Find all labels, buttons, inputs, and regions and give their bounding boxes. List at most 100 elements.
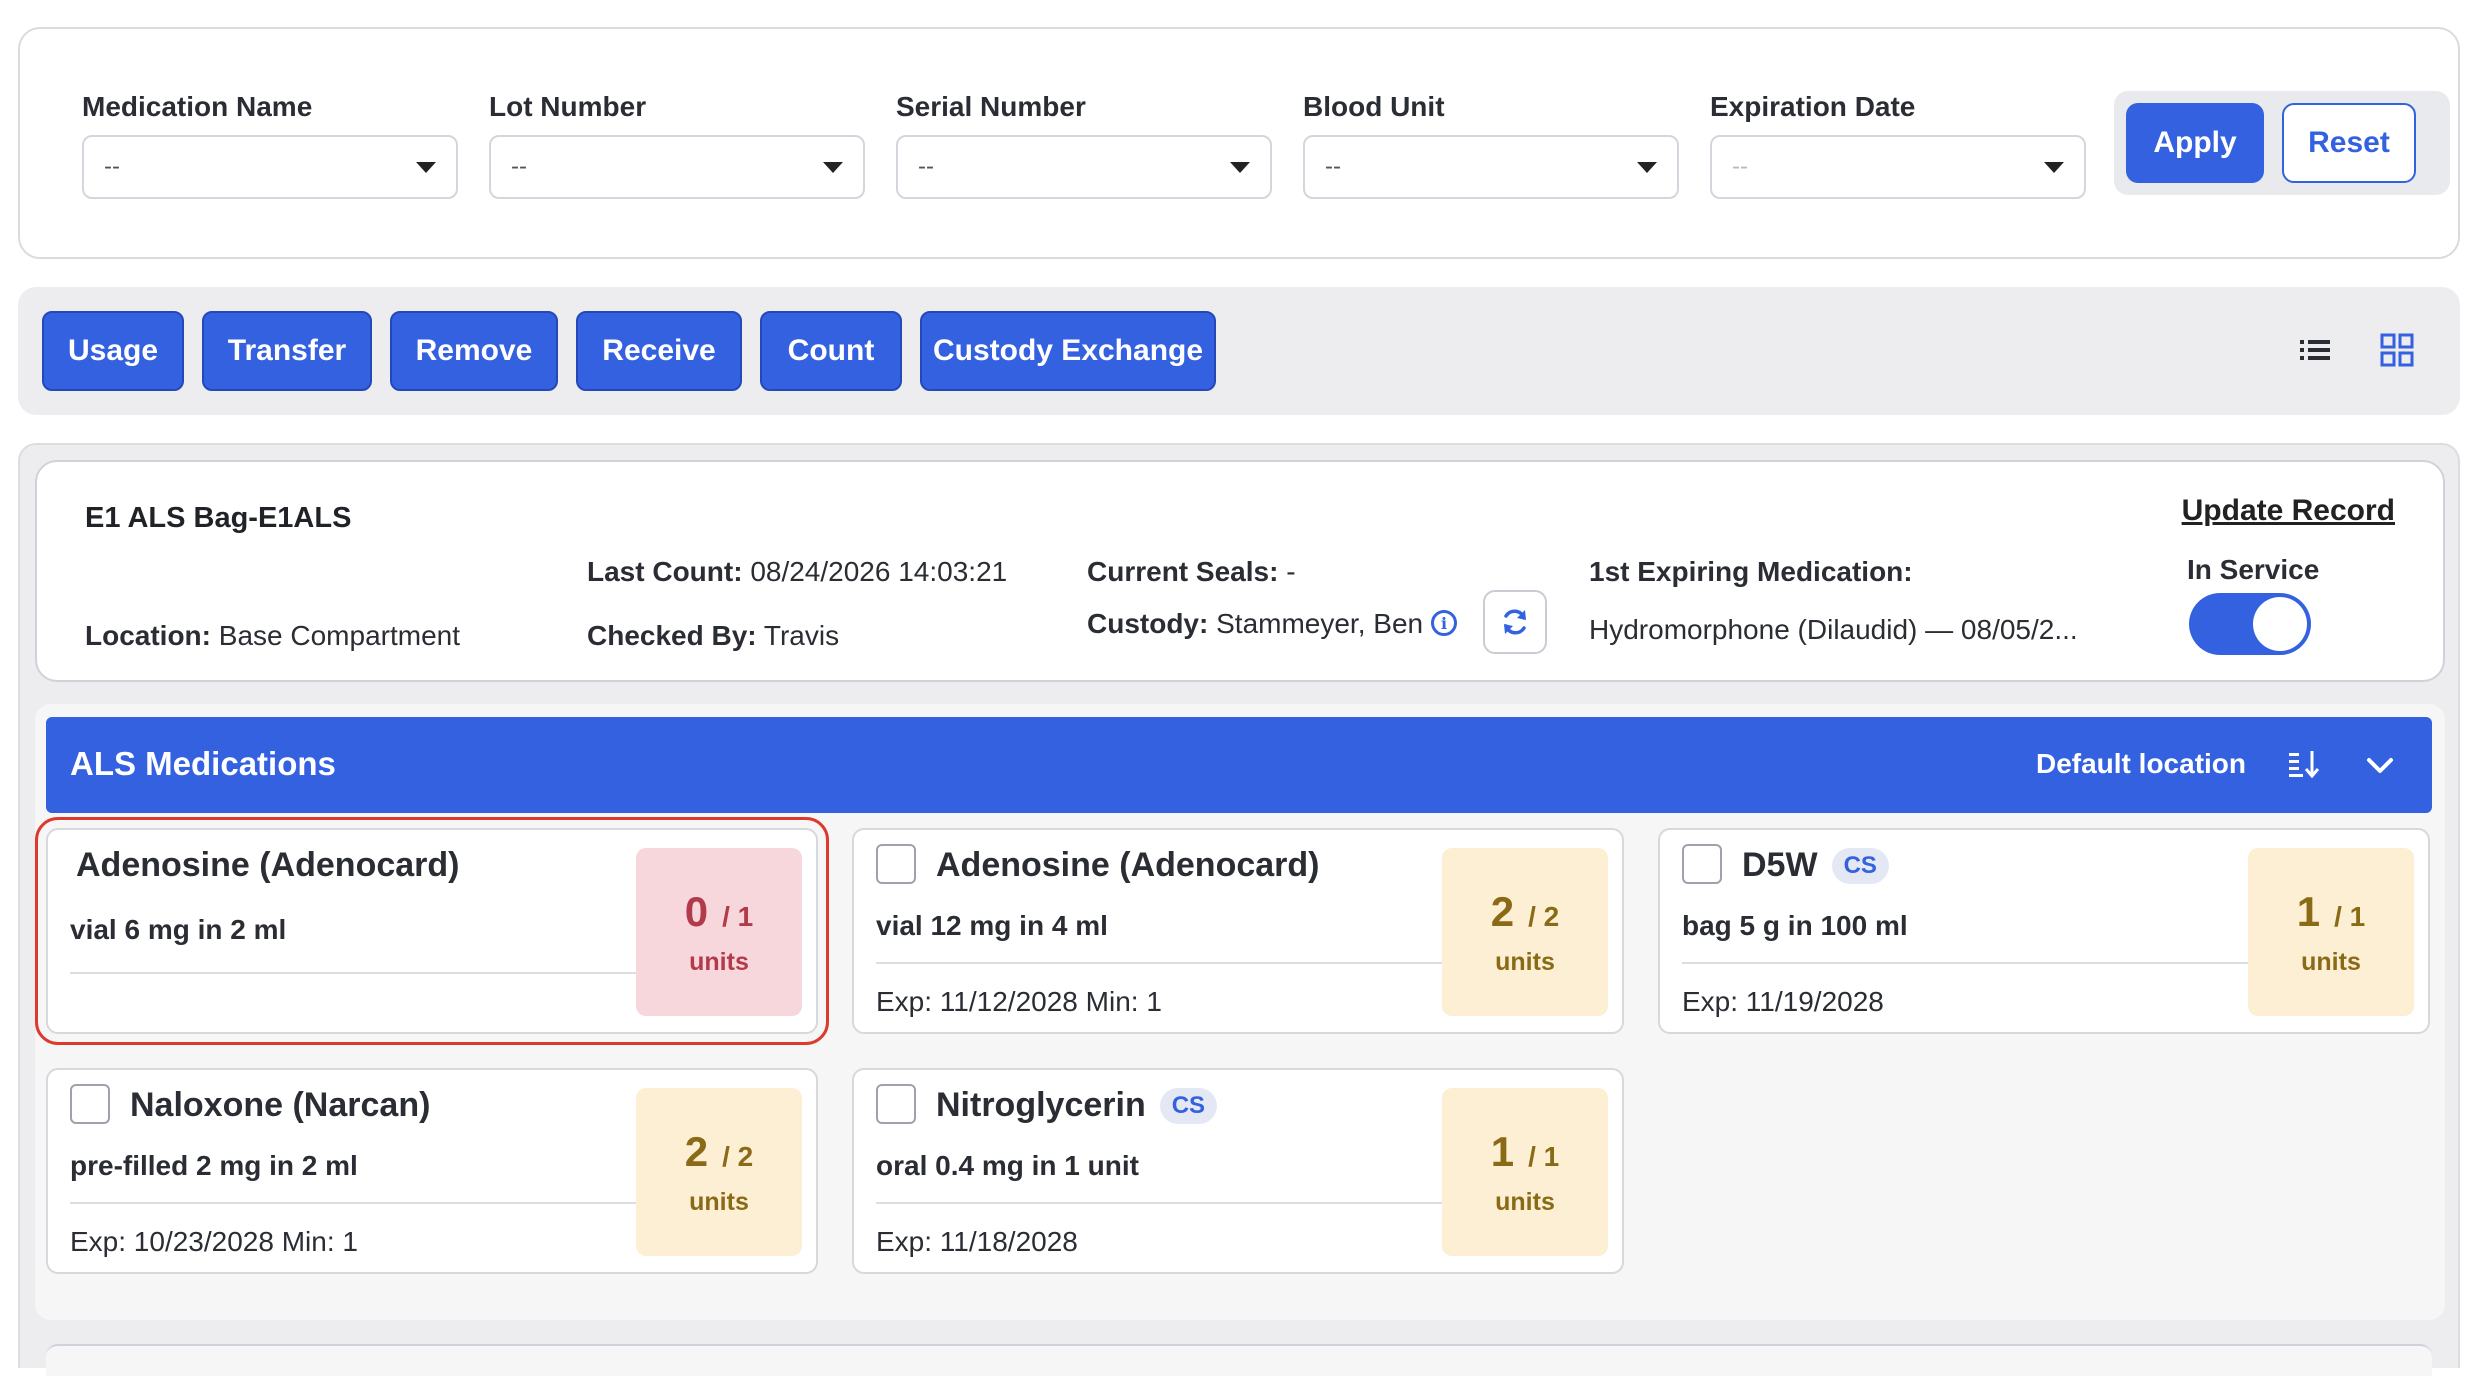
divider bbox=[70, 1202, 636, 1204]
medication-card[interactable]: Adenosine (Adenocard) vial 6 mg in 2 ml … bbox=[35, 817, 829, 1045]
last-count: Last Count: 08/24/2026 14:03:21 bbox=[587, 556, 1007, 588]
filter-bar: Medication Name -- Lot Number -- Serial … bbox=[18, 27, 2460, 259]
quantity-total: / 1 bbox=[2334, 900, 2366, 932]
filter-lot-number: Lot Number -- bbox=[489, 91, 865, 199]
select-value: -- bbox=[1325, 153, 1341, 180]
select-value: -- bbox=[511, 153, 527, 180]
filter-label: Expiration Date bbox=[1710, 91, 1916, 122]
quantity-unit: units bbox=[1495, 1187, 1555, 1216]
apply-button[interactable]: Apply bbox=[2126, 103, 2264, 183]
sort-icon[interactable] bbox=[2286, 747, 2320, 781]
custody-label: Custody: bbox=[1087, 608, 1209, 639]
quantity-total: / 2 bbox=[1528, 900, 1560, 932]
quantity-badge: 1 / 1 units bbox=[1442, 1088, 1608, 1256]
default-location-button[interactable]: Default location bbox=[2036, 748, 2246, 780]
filter-button-group: Apply Reset bbox=[2114, 91, 2450, 195]
medication-description: bag 5 g in 100 ml bbox=[1682, 910, 1908, 941]
in-service-toggle[interactable] bbox=[2189, 593, 2311, 655]
divider bbox=[1682, 962, 2248, 964]
quantity-current: 0 bbox=[684, 887, 709, 935]
medication-card[interactable]: Nitroglycerin CS oral 0.4 mg in 1 unit E… bbox=[852, 1068, 1624, 1274]
action-bar: Usage Transfer Remove Receive Count Cust… bbox=[18, 287, 2460, 415]
quantity-badge: 0 / 1 units bbox=[636, 848, 802, 1016]
serial-number-select[interactable]: -- bbox=[896, 135, 1272, 199]
refresh-custody-button[interactable] bbox=[1483, 590, 1547, 654]
first-expiring-value: Hydromorphone (Dilaudid) — 08/05/2... bbox=[1589, 614, 2078, 645]
count-button[interactable]: Count bbox=[760, 311, 902, 391]
medication-expiration: Exp: 11/12/2028 Min: 1 bbox=[876, 986, 1162, 1017]
transfer-button[interactable]: Transfer bbox=[202, 311, 372, 391]
medication-expiration: Exp: 10/23/2028 Min: 1 bbox=[70, 1226, 358, 1257]
medication-checkbox[interactable] bbox=[1682, 844, 1722, 884]
medication-name-row: Nitroglycerin CS bbox=[936, 1086, 1218, 1125]
medication-card[interactable]: Adenosine (Adenocard) vial 12 mg in 4 ml… bbox=[852, 828, 1624, 1034]
update-record-link[interactable]: Update Record bbox=[2182, 494, 2395, 528]
checked-by-value: Travis bbox=[763, 620, 840, 651]
select-value: -- bbox=[918, 153, 934, 180]
lot-number-select[interactable]: -- bbox=[489, 135, 865, 199]
info-icon[interactable]: i bbox=[1431, 610, 1457, 636]
quantity-total: / 2 bbox=[722, 1140, 754, 1172]
in-service-label: In Service bbox=[2187, 554, 2320, 585]
caret-down-icon bbox=[1637, 161, 1657, 173]
medication-checkbox[interactable] bbox=[876, 844, 916, 884]
medication-card[interactable]: D5W CS bag 5 g in 100 ml Exp: 11/19/2028… bbox=[1658, 828, 2430, 1034]
expiring-label-text: 1st Expiring Medication: bbox=[1589, 556, 1913, 587]
medication-description: oral 0.4 mg in 1 unit bbox=[876, 1150, 1139, 1181]
medication-description: vial 12 mg in 4 ml bbox=[876, 910, 1108, 941]
medication-name: Nitroglycerin bbox=[936, 1086, 1146, 1124]
reset-button[interactable]: Reset bbox=[2282, 103, 2416, 183]
quantity-current: 1 bbox=[1490, 1127, 1515, 1175]
medication-expiration: Exp: 11/19/2028 bbox=[1682, 986, 1884, 1017]
divider bbox=[876, 962, 1442, 964]
seals-value: - bbox=[1286, 556, 1296, 587]
bag-info-card: E1 ALS Bag-E1ALS Location: Base Compartm… bbox=[35, 460, 2445, 682]
medication-expiration: Exp: 11/18/2028 bbox=[876, 1226, 1078, 1257]
quantity-total: / 1 bbox=[1528, 1140, 1560, 1172]
filter-blood-unit: Blood Unit -- bbox=[1303, 91, 1679, 199]
caret-down-icon bbox=[416, 161, 436, 173]
controlled-substance-badge: CS bbox=[1159, 1087, 1218, 1124]
medication-checkbox[interactable] bbox=[70, 1084, 110, 1124]
caret-down-icon bbox=[823, 161, 843, 173]
expiration-date-select[interactable]: -- bbox=[1710, 135, 2086, 199]
quantity-unit: units bbox=[689, 1187, 749, 1216]
custody: Custody: Stammeyer, Ben bbox=[1087, 608, 1423, 640]
chevron-down-icon[interactable] bbox=[2364, 749, 2396, 781]
section-header[interactable]: ALS Medications Default location bbox=[46, 717, 2432, 813]
custody-exchange-button[interactable]: Custody Exchange bbox=[920, 311, 1216, 391]
filter-expiration-date: Expiration Date -- bbox=[1710, 91, 2086, 199]
list-view-icon[interactable] bbox=[2298, 333, 2332, 367]
medication-card[interactable]: Naloxone (Narcan) pre-filled 2 mg in 2 m… bbox=[46, 1068, 818, 1274]
medication-name-row: D5W CS bbox=[1742, 846, 1889, 885]
usage-button[interactable]: Usage bbox=[42, 311, 184, 391]
grid-view-icon[interactable] bbox=[2380, 333, 2414, 367]
last-count-label: Last Count: bbox=[587, 556, 743, 587]
current-seals: Current Seals: - bbox=[1087, 556, 1296, 588]
receive-button[interactable]: Receive bbox=[576, 311, 742, 391]
remove-button[interactable]: Remove bbox=[390, 311, 558, 391]
medication-name: Adenosine (Adenocard) bbox=[76, 846, 460, 884]
quantity-total: / 1 bbox=[722, 900, 754, 932]
caret-down-icon bbox=[1230, 161, 1250, 173]
bag-title: E1 ALS Bag-E1ALS bbox=[85, 502, 352, 534]
quantity-badge: 2 / 2 units bbox=[636, 1088, 802, 1256]
quantity-unit: units bbox=[1495, 947, 1555, 976]
divider bbox=[876, 1202, 1442, 1204]
caret-down-icon bbox=[2044, 161, 2064, 173]
select-value: -- bbox=[104, 153, 120, 180]
quantity-badge: 2 / 2 units bbox=[1442, 848, 1608, 1016]
medication-name: Naloxone (Narcan) bbox=[130, 1086, 431, 1124]
blood-unit-select[interactable]: -- bbox=[1303, 135, 1679, 199]
medication-name-select[interactable]: -- bbox=[82, 135, 458, 199]
checked-by-label: Checked By: bbox=[587, 620, 757, 651]
controlled-substance-badge: CS bbox=[1831, 847, 1889, 884]
seals-label: Current Seals: bbox=[1087, 556, 1279, 587]
checked-by: Checked By: Travis bbox=[587, 620, 839, 652]
quantity-badge: 1 / 1 units bbox=[2248, 848, 2414, 1016]
next-section-edge bbox=[46, 1344, 2432, 1376]
quantity-unit: units bbox=[689, 947, 749, 976]
medication-description: vial 6 mg in 2 ml bbox=[70, 914, 287, 945]
medication-name: Adenosine (Adenocard) bbox=[936, 846, 1320, 884]
medication-checkbox[interactable] bbox=[876, 1084, 916, 1124]
